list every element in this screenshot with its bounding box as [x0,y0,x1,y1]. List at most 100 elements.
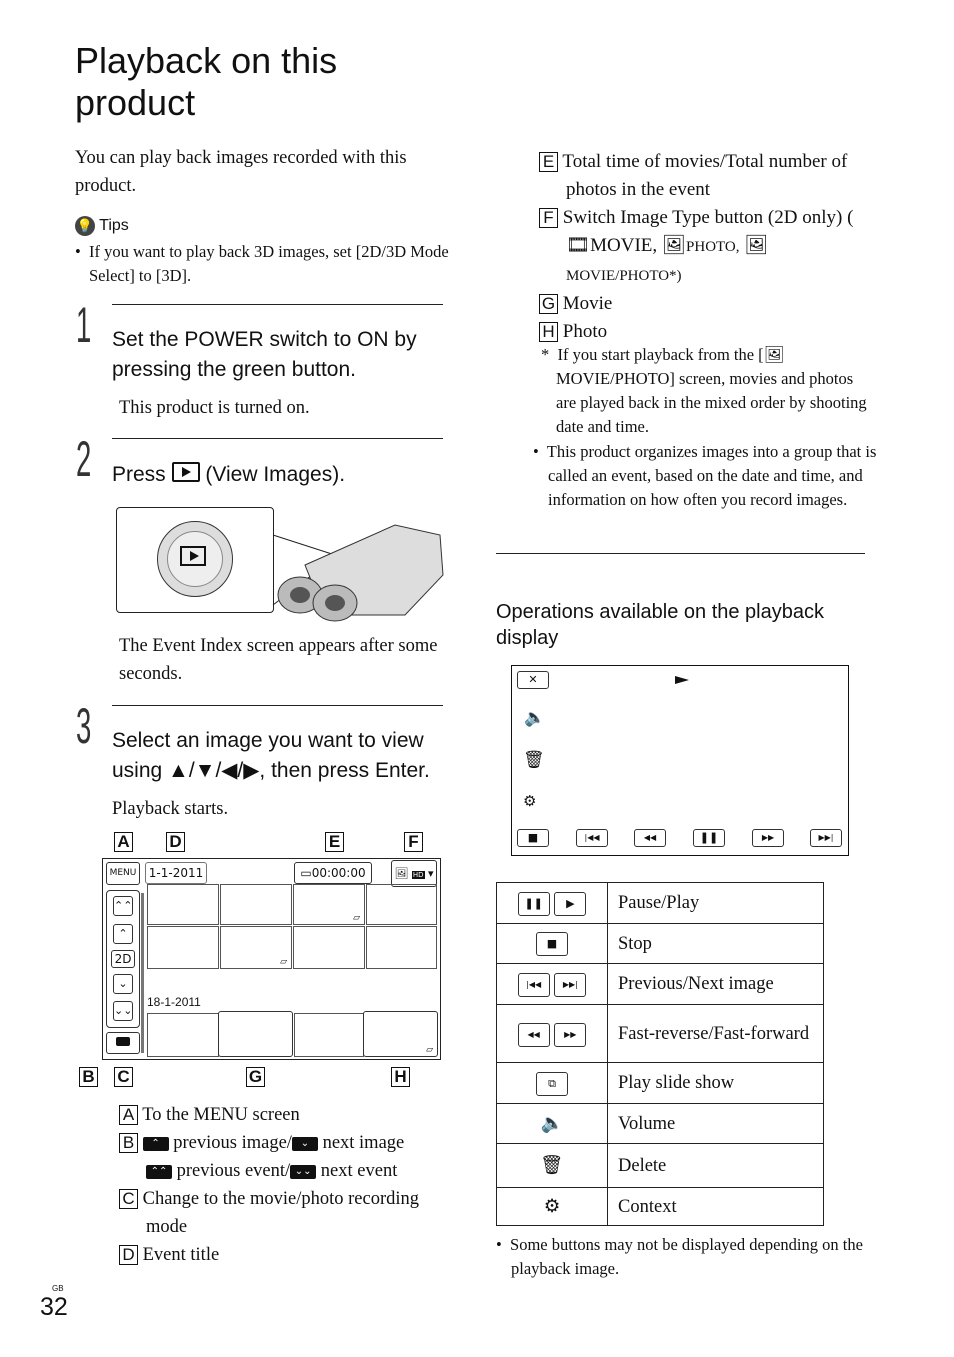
callout-c: C [114,1067,133,1087]
step-1-result: This product is turned on. [119,398,310,418]
movie-photo-icon: 🖼 [763,345,785,364]
camcorder-illustration [272,524,444,622]
record-mode-button[interactable] [106,1032,140,1054]
fast-reverse-button[interactable]: ◀◀ [634,829,666,847]
movie-icon: 🎞 [566,235,591,256]
step-number: 3 [76,698,92,754]
thumbnail[interactable] [147,926,219,969]
step-2-result: The Event Index screen appears after som… [119,636,438,684]
callout-b: B [79,1067,98,1087]
tips-heading: 💡 Tips [75,216,129,236]
pause-button[interactable]: ❚❚ [693,829,725,847]
previous-image-button[interactable]: ⌃ [113,924,133,944]
previous-event-button[interactable]: ⌃⌃ [113,896,133,916]
legend-b: B ⌃ previous image/⌄ next image [119,1129,449,1157]
previous-image-icon: ⌃ [142,1136,169,1151]
next-image-icon: ⌄ [291,1136,318,1151]
fast-forward-icon: ▶▶ [554,1022,587,1047]
thumbnail[interactable] [147,884,219,925]
previous-event-icon: ⌃⌃ [146,1164,172,1179]
table-row: ■ Stop [496,923,824,964]
callout-d: D [166,832,185,852]
legend-b-line2: ⌃⌃ previous event/⌄⌄ next event [119,1157,449,1185]
next-event-button[interactable]: ⌄⌄ [113,1001,133,1021]
photo-icon: 🖼 [661,235,687,256]
legend-c: C Change to the movie/photo recording mo… [119,1185,449,1241]
pause-icon: ❚❚ [517,891,550,916]
callout-f: F [404,832,423,852]
thumbnail[interactable] [366,926,437,969]
operations-note: • Some buttons may not be displayed depe… [496,1235,863,1278]
table-row: 🗑 Delete [496,1143,824,1188]
film-icon: ▭ [300,866,312,880]
slide-show-icon: ⧉ [536,1071,568,1096]
thumbnail[interactable] [220,884,292,925]
region-code: GB [52,1284,64,1293]
next-image-button[interactable]: ⌄ [113,974,133,994]
callout-a: A [114,832,133,852]
step-1-text: Set the POWER switch to ON by pressing t… [112,328,417,381]
photo-icon: ▱ [353,912,360,922]
menu-button[interactable]: MENU [106,862,140,885]
table-row: ⚙ Context [496,1187,824,1226]
stop-icon: ■ [536,932,568,956]
context-icon: ⚙ [496,1187,608,1226]
play-icon: ▶ [554,891,587,916]
event-bullet: • This product organizes images into a g… [533,442,877,509]
thumbnail[interactable] [293,926,365,969]
camcorder-icon [116,1037,130,1046]
table-row: ⧉ Play slide show [496,1062,824,1104]
callout-g: G [246,1067,265,1087]
step-number: 1 [76,297,92,353]
previous-icon: |◀◀ [517,973,550,997]
page-title: Playback on this product [75,40,338,123]
delete-icon: 🗑 [496,1143,608,1188]
thumbnail-photo[interactable]: ▱ [220,926,292,969]
second-event-title: 18-1-2011 [147,995,201,1009]
thumbnail[interactable] [366,884,437,925]
legend-h: H Photo [539,318,864,346]
thumbnail-photo[interactable]: ▱ [293,884,365,925]
operations-table: ❚❚ ▶ Pause/Play ■ Stop |◀◀ ▶▶| Previous/Nex… [496,882,824,1226]
next-button[interactable]: ▶▶| [810,829,842,847]
table-row: |◀◀ ▶▶| Previous/Next image [496,963,824,1005]
delete-button[interactable]: 🗑 [523,750,545,770]
step-3-result: Playback starts. [112,799,229,819]
legend-e: E Total time of movies/Total number of p… [539,148,864,204]
context-button[interactable]: ⚙ [523,792,536,811]
movie-photo-icon: 🖼 [744,235,769,256]
footnote: * If you start playback from the [🖼MOVIE… [541,345,867,436]
previous-button[interactable]: |◀◀ [576,829,608,847]
tip-item: • If you want to play back 3D images, se… [75,242,449,285]
manual-page: Playback on this product You can play bac… [0,0,954,1357]
tips-icon: 💡 [75,216,95,236]
table-row: ❚❚ ▶ Pause/Play [496,882,824,924]
step-2-text: Press (View Images). [112,462,346,486]
stop-button[interactable]: ■ [517,829,549,847]
next-event-icon: ⌄⌄ [290,1164,317,1179]
legend-left: A To the MENU screen B ⌃ previous image/… [119,1101,449,1269]
thumbnail-photo[interactable]: ▱ [363,1011,438,1057]
thumbnail[interactable] [147,1013,219,1057]
intro-text: You can play back images recorded with t… [75,148,407,196]
2d-3d-button[interactable]: 2D [111,950,135,968]
close-button[interactable]: ✕ [517,671,549,689]
thumbnail[interactable] [294,1013,364,1057]
callout-h: H [391,1067,410,1087]
table-row: 🔈 Volume [496,1103,824,1144]
total-time: ▭00:00:00 [294,862,372,884]
volume-button[interactable]: 🔈 [524,708,545,728]
fast-reverse-icon: ◀◀ [517,1022,550,1047]
page-number: 32 [40,1293,68,1321]
playback-screen: ✕ 🔈 🗑 ⚙ ■ |◀◀ ◀◀ ❚❚ ▶▶ ▶▶| [511,665,849,856]
operations-heading: Operations available on the playback dis… [496,601,824,649]
thumbnail-movie[interactable] [218,1011,293,1057]
fast-forward-button[interactable]: ▶▶ [752,829,784,847]
step-3-text: Select an image you want to view using ▲… [112,729,430,782]
step-number: 2 [76,431,92,487]
play-status-icon [675,676,689,684]
view-images-button-illustration [116,507,274,613]
legend-a: A To the MENU screen [119,1101,449,1129]
scrollbar[interactable] [141,893,144,1053]
image-type-button[interactable]: 🖼 HD ▾ [391,860,437,887]
